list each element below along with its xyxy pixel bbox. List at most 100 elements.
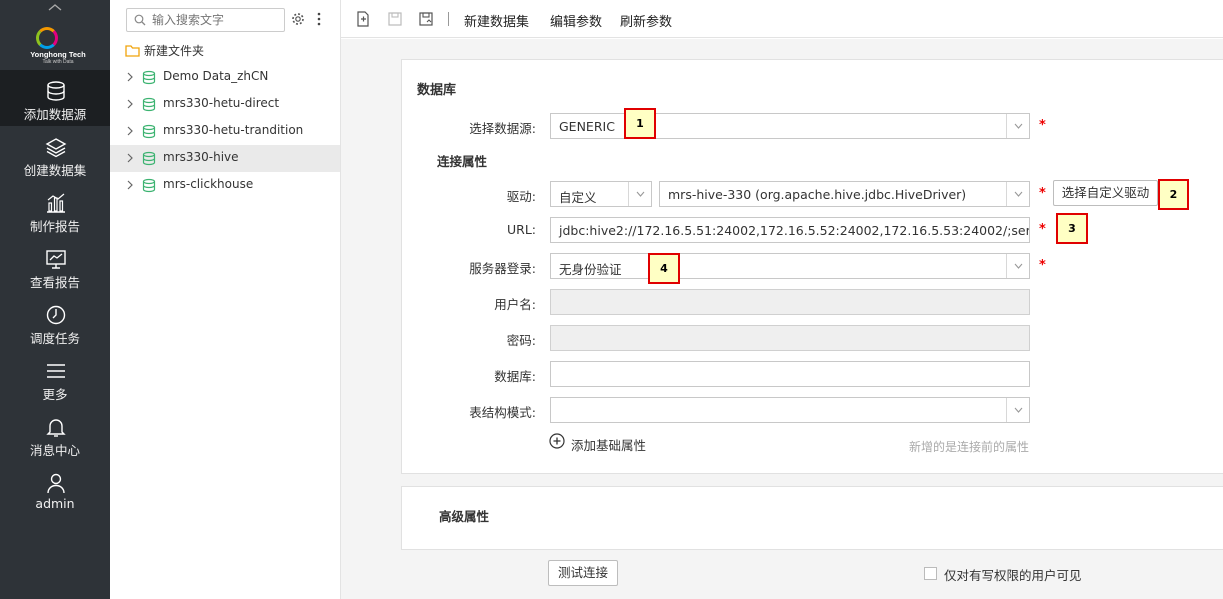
datasource-tree-panel: 新建文件夹 Demo Data_zhCN mrs330-hetu-direct …	[110, 0, 341, 599]
schema-select[interactable]	[550, 397, 1030, 423]
new-dataset-button[interactable]: 新建数据集	[464, 11, 529, 30]
callout-marker: 2	[1158, 179, 1189, 210]
callout-marker: 4	[648, 253, 680, 284]
datasource-select[interactable]: GENERIC	[550, 113, 1030, 139]
side-nav: Yonghong Tech Talk with Data 添加数据源 创建数据集…	[0, 0, 110, 599]
test-connection-button[interactable]: 测试连接	[548, 560, 618, 586]
chevron-right-icon[interactable]	[125, 99, 135, 109]
driver-value: mrs-hive-330 (org.apache.hive.jdbc.HiveD…	[668, 187, 967, 202]
folder-label: 新建文件夹	[144, 44, 205, 58]
add-basic-prop-button[interactable]: 添加基础属性	[571, 435, 646, 454]
nav-item-messages[interactable]: 消息中心	[0, 406, 110, 462]
login-label: 服务器登录:	[469, 261, 536, 276]
callout-marker: 1	[624, 108, 656, 139]
menu-icon	[47, 364, 65, 378]
dropdown-arrow[interactable]	[1006, 182, 1029, 206]
chevron-down-icon	[1014, 263, 1023, 269]
dropdown-arrow[interactable]	[1006, 114, 1029, 138]
nav-item-user[interactable]: admin	[0, 462, 110, 518]
database-card: 数据库 选择数据源: GENERIC * 连接属性 驱动: 自定义 mrs-hi…	[401, 59, 1223, 474]
search-input[interactable]	[152, 11, 280, 29]
more-vertical-icon[interactable]	[312, 11, 326, 27]
schema-label: 表结构模式:	[469, 405, 536, 420]
username-input[interactable]	[550, 289, 1030, 315]
search-box[interactable]	[126, 8, 285, 32]
nav-label: 调度任务	[29, 331, 80, 346]
tree-item[interactable]: mrs330-hetu-direct	[110, 91, 340, 118]
chevron-right-icon[interactable]	[125, 72, 135, 82]
conn-props-title: 连接属性	[437, 154, 488, 169]
database-icon	[142, 70, 156, 85]
toolbar: 新建数据集 编辑参数 刷新参数	[341, 0, 1223, 38]
nav-label: 消息中心	[29, 443, 80, 458]
chevron-right-icon[interactable]	[125, 126, 135, 136]
required-mark: *	[1039, 118, 1046, 133]
tree-item[interactable]: Demo Data_zhCN	[110, 64, 340, 91]
tree-item-label: mrs-clickhouse	[163, 177, 254, 191]
refresh-params-button[interactable]: 刷新参数	[620, 11, 672, 30]
advanced-title[interactable]: 高级属性	[439, 506, 489, 525]
nav-item-view-report[interactable]: 查看报告	[0, 238, 110, 294]
nav-item-create-dataset[interactable]: 创建数据集	[0, 126, 110, 182]
url-value: jdbc:hive2://172.16.5.51:24002,172.16.5.…	[559, 223, 1030, 238]
password-label: 密码:	[506, 333, 536, 348]
chevron-down-icon	[636, 191, 645, 197]
brand-logo: Yonghong Tech Talk with Data	[18, 27, 94, 67]
login-select[interactable]: 无身份验证	[550, 253, 1030, 279]
write-only-label: 仅对有写权限的用户可见	[944, 568, 1082, 583]
toolbar-divider	[448, 12, 449, 26]
tree-folder[interactable]: 新建文件夹	[110, 37, 340, 64]
save-as-icon[interactable]	[418, 11, 434, 27]
required-mark: *	[1039, 222, 1046, 237]
chevron-down-icon	[1014, 191, 1023, 197]
monitor-chart-icon	[46, 250, 66, 269]
choose-driver-button[interactable]: 选择自定义驱动	[1053, 180, 1158, 206]
added-prop-note: 新增的是连接前的属性	[909, 440, 1030, 454]
tree-item-selected[interactable]: mrs330-hive	[110, 145, 340, 172]
edit-params-button[interactable]: 编辑参数	[550, 11, 602, 30]
add-circle-icon[interactable]	[549, 433, 565, 449]
new-file-icon[interactable]	[355, 11, 371, 27]
nav-item-more[interactable]: 更多	[0, 350, 110, 406]
nav-item-make-report[interactable]: 制作报告	[0, 182, 110, 238]
dropdown-arrow[interactable]	[628, 182, 651, 206]
tree-item-label: Demo Data_zhCN	[163, 69, 269, 83]
required-mark: *	[1039, 258, 1046, 273]
bell-icon	[46, 419, 66, 437]
chevron-right-icon[interactable]	[125, 153, 135, 163]
nav-label: 更多	[42, 387, 68, 402]
url-input[interactable]: jdbc:hive2://172.16.5.51:24002,172.16.5.…	[550, 217, 1030, 243]
required-mark: *	[1039, 186, 1046, 201]
nav-label: admin	[35, 496, 75, 511]
database-icon	[47, 81, 65, 101]
clock-icon	[46, 305, 66, 325]
driver-type-value: 自定义	[559, 190, 597, 205]
tree-item[interactable]: mrs330-hetu-trandition	[110, 118, 340, 145]
collapse-up-icon[interactable]	[46, 2, 64, 12]
gear-icon[interactable]	[291, 12, 305, 26]
tree-item[interactable]: mrs-clickhouse	[110, 172, 340, 199]
login-value: 无身份验证	[559, 262, 622, 277]
database-icon	[142, 178, 156, 193]
nav-label: 制作报告	[29, 219, 80, 234]
save-icon[interactable]	[387, 11, 403, 27]
chevron-down-icon	[1014, 407, 1023, 413]
username-label: 用户名:	[494, 297, 536, 312]
database-icon	[142, 124, 156, 139]
chevron-right-icon[interactable]	[125, 180, 135, 190]
dropdown-arrow[interactable]	[1006, 398, 1029, 422]
nav-item-schedule-task[interactable]: 调度任务	[0, 294, 110, 350]
password-input[interactable]	[550, 325, 1030, 351]
driver-select[interactable]: mrs-hive-330 (org.apache.hive.jdbc.HiveD…	[659, 181, 1030, 207]
section-title: 数据库	[417, 83, 457, 98]
driver-type-select[interactable]: 自定义	[550, 181, 652, 207]
database-icon	[142, 151, 156, 166]
main-content: 数据库 选择数据源: GENERIC * 连接属性 驱动: 自定义 mrs-hi…	[341, 39, 1223, 599]
layers-icon	[45, 138, 67, 158]
nav-item-add-datasource[interactable]: 添加数据源	[0, 70, 110, 126]
write-only-checkbox[interactable]	[924, 567, 937, 580]
tree-item-label: mrs330-hetu-trandition	[163, 123, 304, 137]
driver-label: 驱动:	[506, 189, 536, 204]
dropdown-arrow[interactable]	[1006, 254, 1029, 278]
database-input[interactable]	[550, 361, 1030, 387]
